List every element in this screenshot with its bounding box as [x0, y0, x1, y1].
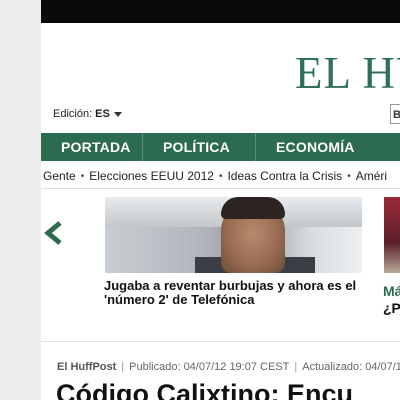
- article-byline: El HuffPost | Publicado: 04/07/12 19:07 CE…: [57, 361, 400, 373]
- article-updated: Actualizado: 04/07/1: [302, 361, 400, 373]
- carousel-photo[interactable]: [105, 197, 362, 273]
- carousel-side-headline[interactable]: Má: [383, 283, 400, 299]
- article-author[interactable]: El HuffPost: [57, 361, 116, 373]
- edition-label: Edición:: [53, 108, 93, 120]
- subnav-item-elecciones[interactable]: Elecciones EEUU 2012: [89, 169, 214, 183]
- bullet-icon: •: [218, 170, 223, 182]
- subnav-item-ideas[interactable]: Ideas Contra la Crisis: [227, 169, 342, 183]
- main-nav: PORTADA POLÍTICA ECONOMÍA: [41, 133, 400, 161]
- page: EL HUF Edición:ES B PORTADA POLÍTICA ECO…: [41, 0, 400, 400]
- site-logo[interactable]: EL HUF: [295, 48, 400, 98]
- carousel-side-headline-2[interactable]: ¿P: [383, 300, 400, 316]
- subnav-item-gente[interactable]: Gente: [43, 169, 76, 183]
- carousel-side-photo[interactable]: [384, 197, 400, 273]
- edition-selector[interactable]: Edición: ES: [53, 108, 122, 120]
- caret-down-icon: [113, 111, 122, 117]
- bullet-icon: •: [80, 170, 85, 182]
- subnav-item-america[interactable]: Améri: [356, 169, 387, 183]
- divider: [41, 341, 400, 342]
- article-published: Publicado: 04/07/12 19:07 CEST: [129, 361, 290, 373]
- top-bar: [41, 0, 400, 23]
- nav-item-politica[interactable]: POLÍTICA: [143, 133, 256, 161]
- bullet-icon: •: [347, 170, 351, 182]
- nav-item-economia[interactable]: ECONOMÍA: [256, 133, 400, 161]
- carousel-headline[interactable]: Jugaba a reventar burbujas y ahora es el…: [104, 279, 374, 307]
- article-title: Código Calixtino: Encu: [56, 379, 353, 400]
- divider: [41, 188, 400, 189]
- nav-item-portada[interactable]: PORTADA: [41, 133, 143, 161]
- edition-code: ES: [95, 108, 110, 120]
- chevron-left-icon[interactable]: [41, 220, 67, 246]
- sub-nav: Gente • Elecciones EEUU 2012 • Ideas Con…: [41, 166, 400, 186]
- search-input[interactable]: B: [390, 104, 400, 124]
